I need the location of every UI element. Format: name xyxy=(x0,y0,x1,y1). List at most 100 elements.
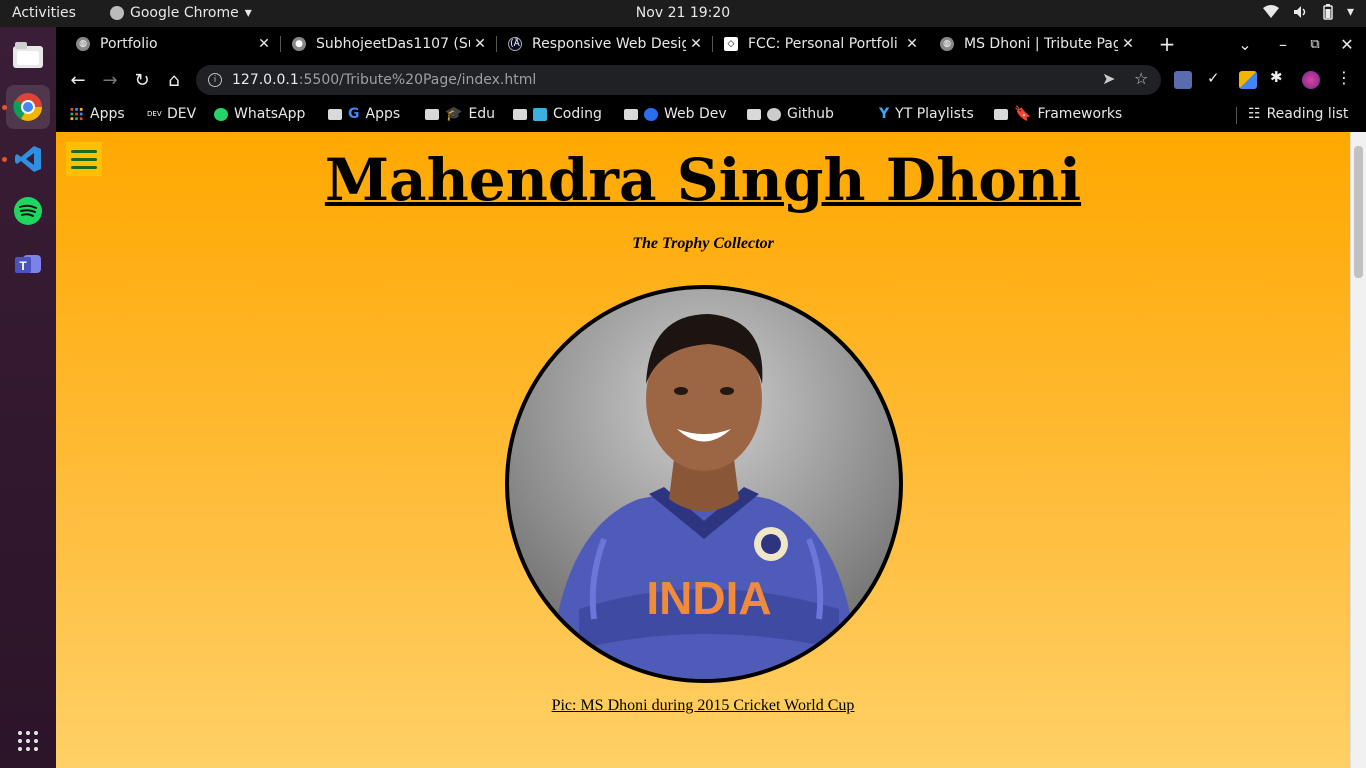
forward-button[interactable]: → xyxy=(97,67,123,93)
tab-ms-dhoni-tribute[interactable]: ◍ MS Dhoni | Tribute Pag ✕ xyxy=(920,27,1144,61)
vscode-icon xyxy=(15,146,41,172)
page-title: Mahendra Singh Dhoni xyxy=(324,146,1082,214)
extension-tab-manager-icon[interactable] xyxy=(1174,71,1192,89)
whatsapp-icon xyxy=(214,107,228,121)
dock-chrome[interactable] xyxy=(6,85,50,129)
tab-fcc-portfolio[interactable]: ◇ FCC: Personal Portfoli ✕ xyxy=(704,27,928,61)
chrome-small-icon xyxy=(110,6,124,20)
address-bar[interactable]: i 127.0.0.1:5500/Tribute%20Page/index.ht… xyxy=(196,65,1161,95)
bookmark-label: Frameworks xyxy=(1037,106,1123,122)
minimize-button[interactable]: – xyxy=(1270,27,1296,61)
home-button[interactable]: ⌂ xyxy=(161,67,187,93)
bookmark-whatsapp[interactable]: WhatsApp xyxy=(214,106,305,122)
dock-spotify[interactable] xyxy=(6,189,50,233)
portrait-illustration: INDIA xyxy=(549,314,859,679)
coding-icon xyxy=(533,107,547,121)
bookmark-label: DEV xyxy=(167,106,197,122)
github-icon xyxy=(767,107,781,121)
bookmark-star-icon[interactable]: ☆ xyxy=(1134,69,1148,88)
bookmark-label: WhatsApp xyxy=(234,106,306,122)
system-tray[interactable]: ▾ xyxy=(1262,4,1354,20)
chevron-down-icon: ▾ xyxy=(244,5,252,21)
folder-icon xyxy=(747,108,761,120)
svg-text:T: T xyxy=(19,259,27,273)
bookmark-dev[interactable]: DEV DEV xyxy=(147,106,196,122)
ycombinator-icon: Y xyxy=(879,106,890,122)
bookmark-label: Web Dev xyxy=(664,106,727,122)
bookmark-label: Github xyxy=(787,106,834,122)
folder-icon xyxy=(994,108,1008,120)
url-text[interactable]: 127.0.0.1:5500/Tribute%20Page/index.html xyxy=(232,72,536,88)
bookmark-folder-frameworks[interactable]: 🔖 Frameworks xyxy=(994,106,1122,122)
tab-portfolio[interactable]: ◍ Portfolio ✕ xyxy=(56,27,280,61)
bookmark-folder-web-dev[interactable]: Web Dev xyxy=(624,106,727,122)
close-window-button[interactable]: ✕ xyxy=(1334,27,1360,61)
battery-icon xyxy=(1323,4,1333,20)
folder-icon xyxy=(425,108,439,120)
reload-button[interactable]: ↻ xyxy=(129,67,155,93)
folder-icon xyxy=(624,108,638,120)
dock-files[interactable] xyxy=(6,33,50,77)
chevron-down-icon: ⌄ xyxy=(1238,34,1252,54)
teams-icon: T xyxy=(15,255,41,273)
profile-avatar[interactable] xyxy=(1302,71,1320,89)
dock-vscode[interactable] xyxy=(6,137,50,181)
close-icon[interactable]: ✕ xyxy=(686,36,706,52)
bookmark-yt-playlists[interactable]: Y YT Playlists xyxy=(879,106,974,122)
send-to-devices-icon[interactable]: ➤ xyxy=(1102,69,1115,88)
bookmark-apps[interactable]: Apps xyxy=(70,106,125,122)
plus-icon: + xyxy=(1158,32,1176,56)
show-apps-button[interactable] xyxy=(6,719,50,763)
github-icon: ● xyxy=(292,37,306,51)
close-icon[interactable]: ✕ xyxy=(1118,36,1138,52)
files-icon xyxy=(13,42,43,68)
close-icon[interactable]: ✕ xyxy=(902,36,922,52)
caret-down-icon: ▾ xyxy=(1346,4,1354,20)
tab-title: MS Dhoni | Tribute Pag xyxy=(964,36,1118,52)
extension-color-icon[interactable] xyxy=(1239,71,1257,89)
wifi-icon xyxy=(1262,5,1279,18)
app-menu[interactable]: Google Chrome ▾ xyxy=(110,5,252,21)
activities-button[interactable]: Activities xyxy=(12,5,76,21)
extension-check-icon[interactable]: ✓ xyxy=(1207,69,1225,87)
bookmark-folder-edu[interactable]: 🎓 Edu xyxy=(425,106,495,122)
bookmarks-bar: Apps DEV DEV WhatsApp G Apps 🎓 Edu Codin… xyxy=(56,99,1366,132)
tab-title: SubhojeetDas1107 (Su xyxy=(316,36,470,52)
new-tab-button[interactable]: + xyxy=(1154,27,1180,61)
freecodecamp-icon: (Å xyxy=(508,37,522,51)
bookmark-label: Coding xyxy=(553,106,602,122)
back-button[interactable]: ← xyxy=(65,67,91,93)
image-caption[interactable]: Pic: MS Dhoni during 2015 Cricket World … xyxy=(56,697,1350,715)
bookmark-label: Edu xyxy=(468,106,496,122)
dock-teams[interactable]: T xyxy=(6,241,50,285)
tab-responsive-web-design[interactable]: (Å Responsive Web Desig ✕ xyxy=(488,27,712,61)
extensions-puzzle-icon[interactable]: ✱ xyxy=(1270,68,1288,86)
scrollbar-thumb[interactable] xyxy=(1354,146,1363,278)
tab-search-button[interactable]: ⌄ xyxy=(1232,27,1258,61)
dev-icon: DEV xyxy=(147,109,162,118)
reading-list-icon: ☷ xyxy=(1248,106,1261,122)
bookmark-folder-github[interactable]: Github xyxy=(747,106,834,122)
tab-github[interactable]: ● SubhojeetDas1107 (Su ✕ xyxy=(272,27,496,61)
close-icon[interactable]: ✕ xyxy=(254,36,274,52)
dock: T xyxy=(0,27,56,768)
bookmark-folder-apps[interactable]: G Apps xyxy=(328,106,400,122)
info-icon[interactable]: i xyxy=(208,73,222,87)
app-menu-label: Google Chrome xyxy=(130,5,239,21)
jersey-text: INDIA xyxy=(646,572,771,624)
reading-list-button[interactable]: ☷ Reading list xyxy=(1248,106,1348,122)
url-host: 127.0.0.1 xyxy=(232,72,299,88)
chrome-icon xyxy=(13,93,42,121)
bookmark-folder-coding[interactable]: Coding xyxy=(513,106,602,122)
spotify-icon xyxy=(14,197,42,225)
show-apps-icon xyxy=(18,731,38,751)
home-icon: ⌂ xyxy=(168,69,180,91)
close-icon[interactable]: ✕ xyxy=(470,36,490,52)
apps-grid-icon xyxy=(70,107,83,120)
maximize-button[interactable]: ⧉ xyxy=(1302,27,1328,61)
more-menu-icon[interactable]: ⋮ xyxy=(1336,68,1354,87)
bookmark-label: Apps xyxy=(365,106,401,122)
reload-icon: ↻ xyxy=(134,69,150,91)
page-scrollbar[interactable] xyxy=(1350,132,1366,768)
minimize-icon: – xyxy=(1279,34,1287,54)
